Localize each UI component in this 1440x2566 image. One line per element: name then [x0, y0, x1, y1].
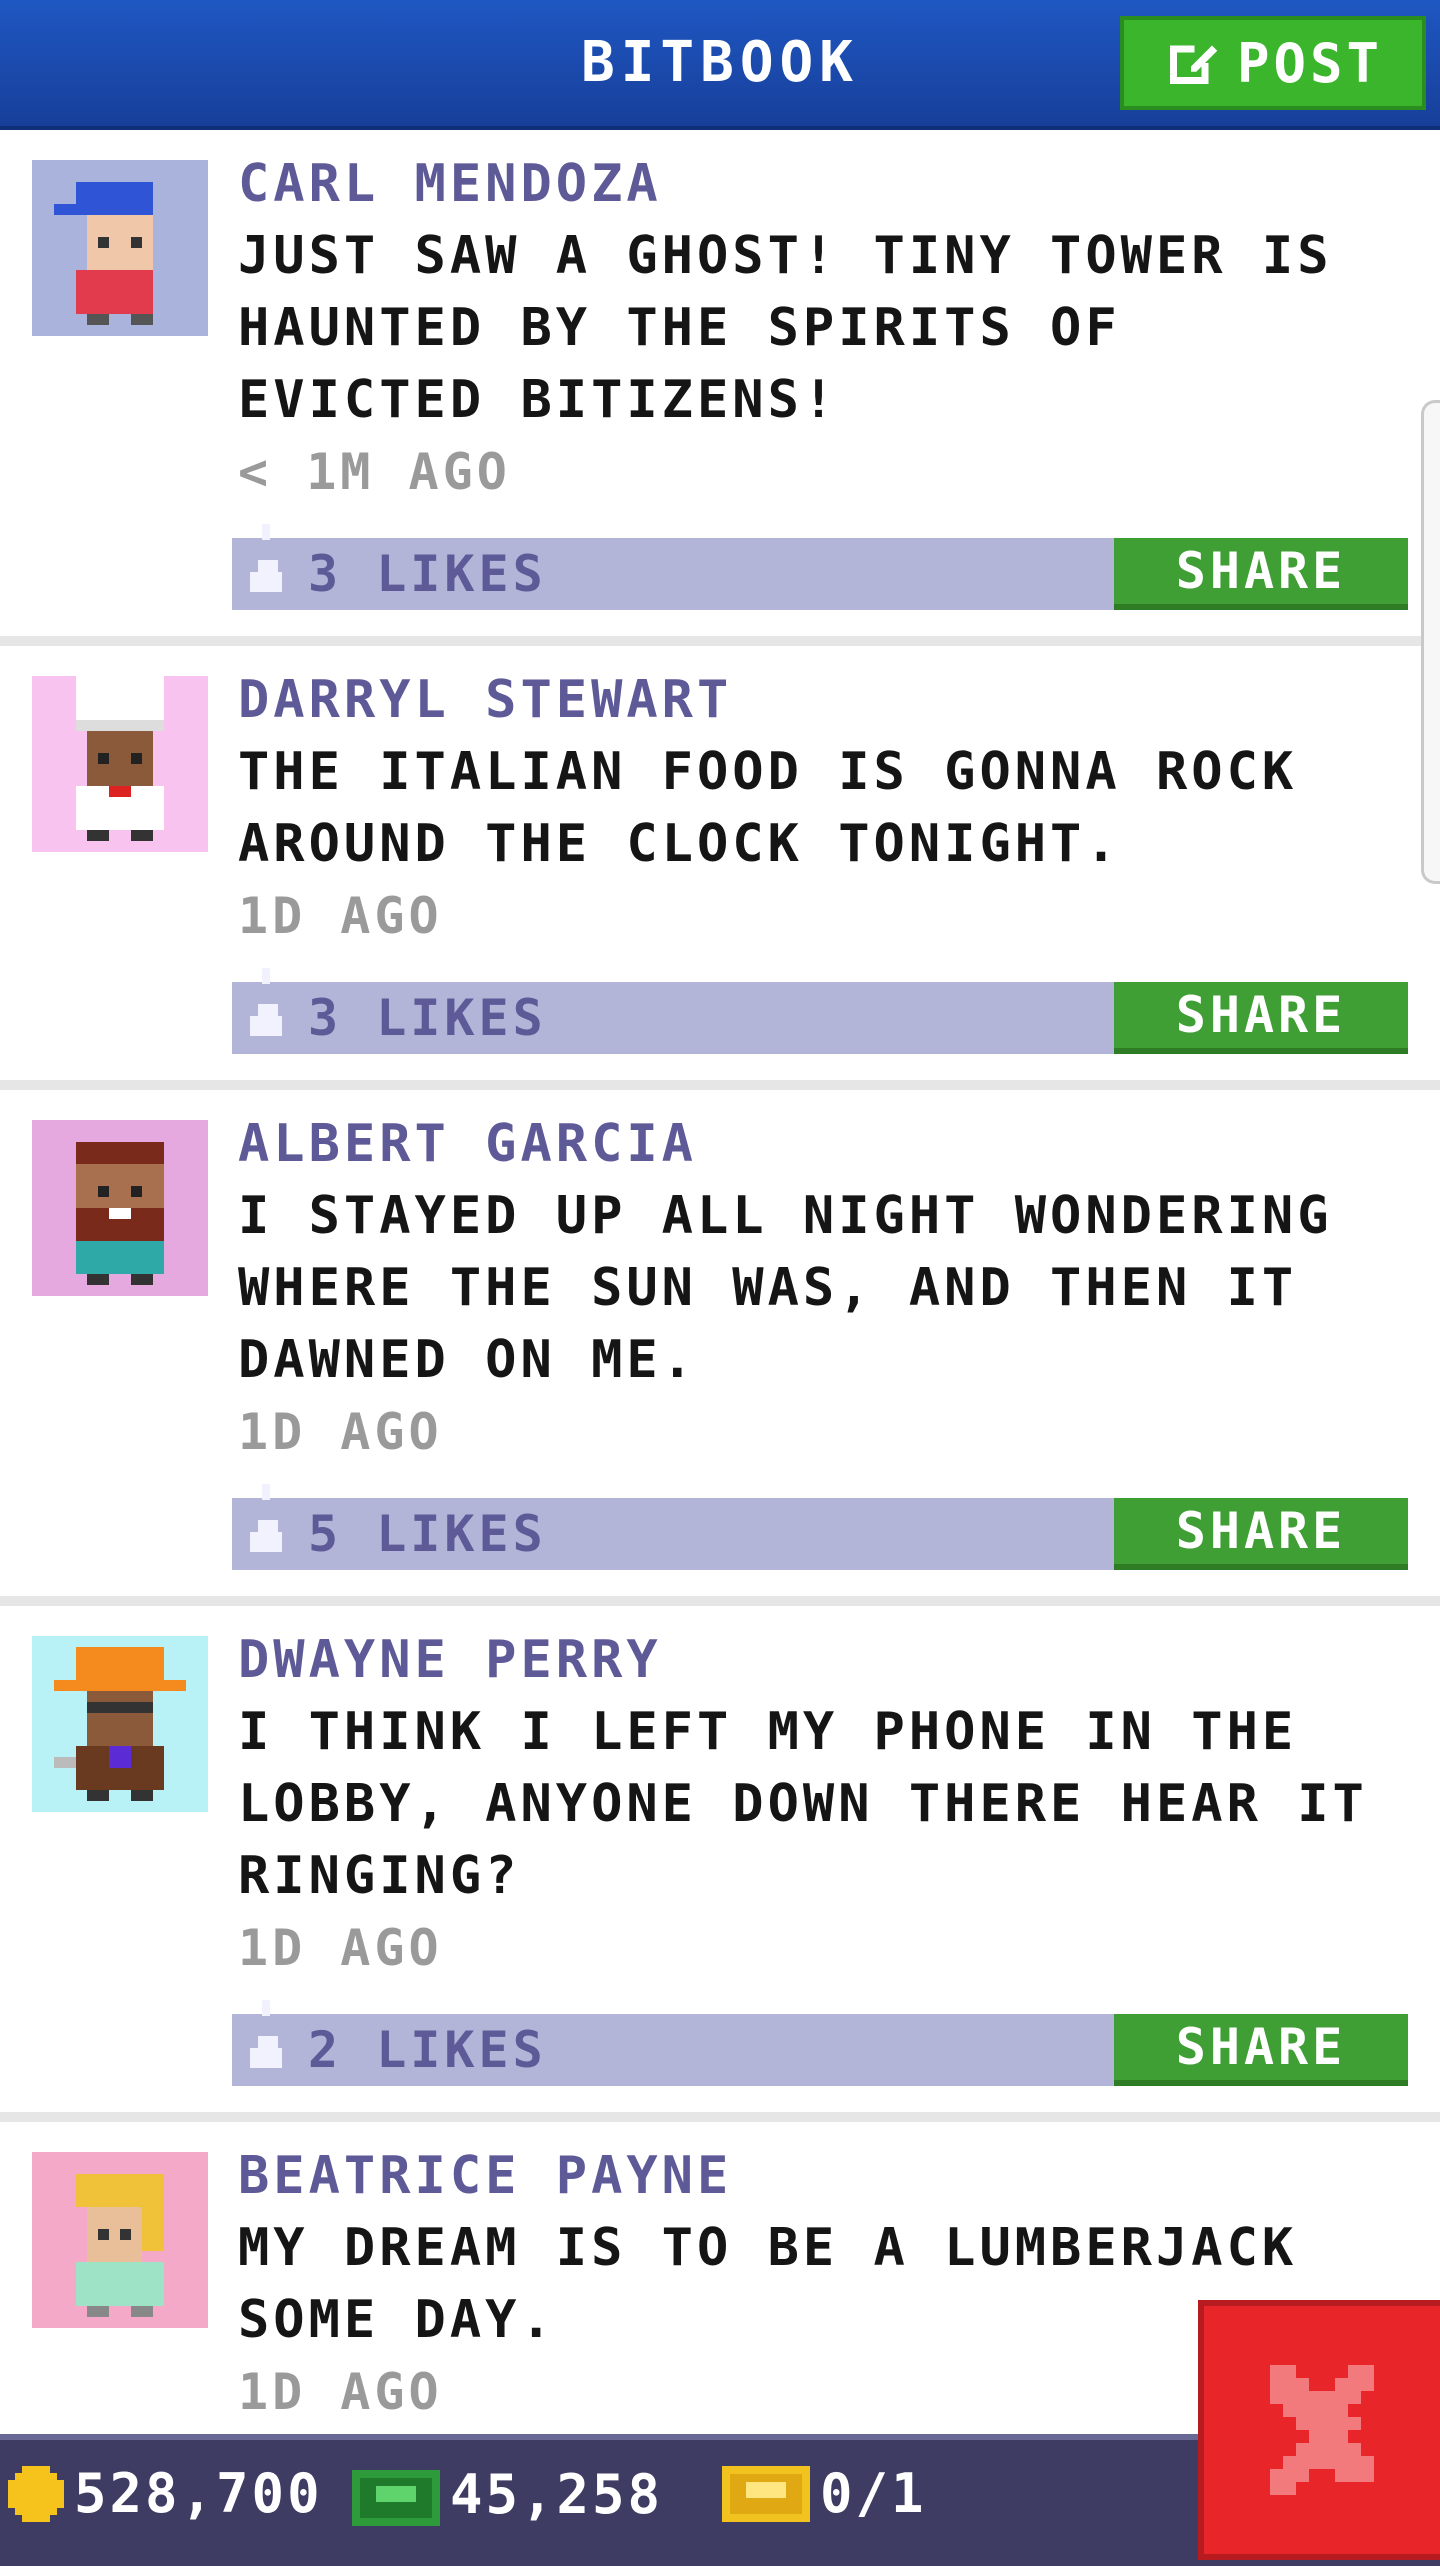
- post-message: I THINK I LEFT MY PHONE IN THE LOBBY, AN…: [238, 1702, 1368, 1906]
- avatar[interactable]: [32, 1636, 208, 1812]
- post-timestamp: < 1M AGO: [238, 443, 511, 501]
- share-button[interactable]: SHARE: [1114, 2014, 1408, 2086]
- close-icon: [1270, 2365, 1374, 2495]
- ticket-icon: [722, 2465, 810, 2522]
- like-count: 5 LIKES: [308, 1505, 547, 1563]
- tickets-count: 0/1: [820, 2462, 927, 2525]
- like-bar[interactable]: 3 LIKES SHARE: [232, 968, 1408, 1054]
- bux-count: 45,258: [450, 2462, 664, 2526]
- coins-count: 528,700: [74, 2462, 323, 2525]
- coin-icon: [8, 2465, 64, 2522]
- post-timestamp: 1D AGO: [238, 1403, 443, 1461]
- feed-post: DARRYL STEWART THE ITALIAN FOOD IS GONNA…: [0, 646, 1440, 1090]
- app-header: BITBOOK POST: [0, 0, 1440, 130]
- post-button[interactable]: POST: [1120, 16, 1426, 110]
- share-button[interactable]: SHARE: [1114, 1498, 1408, 1570]
- thumbs-up-icon: [250, 2000, 282, 2068]
- post-author: BEATRICE PAYNE: [238, 2146, 733, 2206]
- side-scroll-handle[interactable]: [1421, 400, 1440, 884]
- avatar[interactable]: [32, 676, 208, 852]
- thumbs-up-icon: [250, 968, 282, 1036]
- post-author: ALBERT GARCIA: [238, 1114, 697, 1174]
- thumbs-up-icon: [250, 1484, 282, 1552]
- avatar[interactable]: [32, 160, 208, 336]
- post-message: I STAYED UP ALL NIGHT WONDERING WHERE TH…: [238, 1186, 1333, 1390]
- like-bar[interactable]: 2 LIKES SHARE: [232, 2000, 1408, 2086]
- feed-post: DWAYNE PERRY I THINK I LEFT MY PHONE IN …: [0, 1606, 1440, 2122]
- post-message: JUST SAW A GHOST! TINY TOWER IS HAUNTED …: [238, 226, 1333, 430]
- post-author: CARL MENDOZA: [238, 154, 662, 214]
- post-timestamp: 1D AGO: [238, 887, 443, 945]
- tickets-display: 0/1: [722, 2462, 927, 2525]
- post-message: THE ITALIAN FOOD IS GONNA ROCK AROUND TH…: [238, 742, 1298, 874]
- post-author: DWAYNE PERRY: [238, 1630, 662, 1690]
- post-button-label: POST: [1236, 31, 1384, 95]
- like-count: 2 LIKES: [308, 2021, 547, 2079]
- avatar[interactable]: [32, 1120, 208, 1296]
- like-count: 3 LIKES: [308, 545, 547, 603]
- share-button[interactable]: SHARE: [1114, 982, 1408, 1054]
- post-author: DARRYL STEWART: [238, 670, 733, 730]
- post-timestamp: 1D AGO: [238, 1919, 443, 1977]
- like-bar[interactable]: 3 LIKES SHARE: [232, 524, 1408, 610]
- like-count: 3 LIKES: [308, 989, 547, 1047]
- avatar[interactable]: [32, 2152, 208, 2328]
- feed-post: ALBERT GARCIA I STAYED UP ALL NIGHT WOND…: [0, 1090, 1440, 1606]
- close-button[interactable]: [1198, 2300, 1440, 2560]
- coins-display: 528,700: [8, 2462, 323, 2525]
- bux-icon: [352, 2470, 440, 2526]
- post-feed: CARL MENDOZA JUST SAW A GHOST! TINY TOWE…: [0, 130, 1440, 2464]
- post-edit-icon: [1169, 45, 1218, 84]
- like-bar[interactable]: 5 LIKES SHARE: [232, 1484, 1408, 1570]
- share-button[interactable]: SHARE: [1114, 538, 1408, 610]
- thumbs-up-icon: [250, 524, 282, 592]
- feed-post: CARL MENDOZA JUST SAW A GHOST! TINY TOWE…: [0, 130, 1440, 646]
- bux-display: 45,258: [352, 2462, 663, 2526]
